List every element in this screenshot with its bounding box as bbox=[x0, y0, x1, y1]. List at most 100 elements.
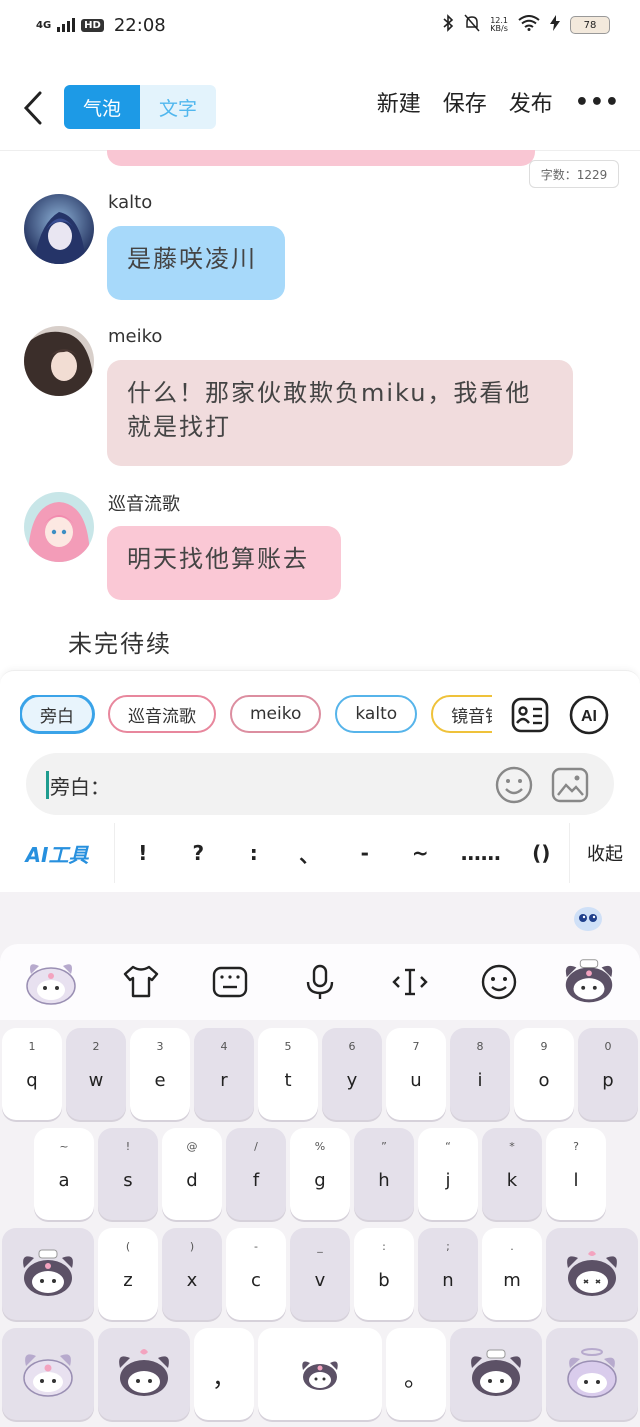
keyboard-mascot-icon[interactable] bbox=[572, 902, 604, 934]
key-t[interactable]: 5t bbox=[258, 1028, 318, 1120]
key-sub-label: @ bbox=[186, 1140, 198, 1153]
key-o[interactable]: 9o bbox=[514, 1028, 574, 1120]
key-label: r bbox=[220, 1070, 228, 1091]
key-label: k bbox=[506, 1170, 518, 1191]
wifi-icon bbox=[518, 15, 540, 35]
numbers-key[interactable] bbox=[98, 1328, 190, 1420]
punct-exclamation[interactable]: ! bbox=[128, 841, 158, 865]
collapse-button[interactable]: 收起 bbox=[570, 840, 640, 866]
emoji-button[interactable] bbox=[494, 765, 534, 805]
key-u[interactable]: 7u bbox=[386, 1028, 446, 1120]
punct-question[interactable]: ? bbox=[183, 841, 213, 865]
punct-pause-comma[interactable]: 、 bbox=[294, 839, 324, 868]
hd-icon: HD bbox=[81, 18, 104, 32]
image-button[interactable] bbox=[550, 765, 590, 805]
publish-button[interactable]: 发布 bbox=[509, 86, 553, 118]
key-sub-label: “ bbox=[445, 1140, 451, 1153]
language-key[interactable] bbox=[450, 1328, 542, 1420]
key-y[interactable]: 6y bbox=[322, 1028, 382, 1120]
key-n[interactable]: ; n bbox=[418, 1228, 478, 1320]
key-s[interactable]: ! s bbox=[98, 1128, 158, 1220]
new-button[interactable]: 新建 bbox=[377, 86, 421, 118]
key-h[interactable]: ” h bbox=[354, 1128, 414, 1220]
symbols-key[interactable] bbox=[2, 1328, 94, 1420]
mode-bubble-tab[interactable]: 气泡 bbox=[64, 85, 140, 129]
key-d[interactable]: @ d bbox=[162, 1128, 222, 1220]
skin-shirt-icon[interactable] bbox=[111, 952, 171, 1012]
key-x[interactable]: ) x bbox=[162, 1228, 222, 1320]
chat-bubble[interactable]: 什么！那家伙敢欺负miku，我看他 就是找打 bbox=[107, 360, 573, 466]
key-f[interactable]: / f bbox=[226, 1128, 286, 1220]
key-k[interactable]: * k bbox=[482, 1128, 542, 1220]
back-button[interactable] bbox=[18, 88, 48, 128]
space-key[interactable] bbox=[258, 1328, 382, 1420]
bluetooth-icon bbox=[442, 14, 454, 36]
message-input[interactable]: 旁白： bbox=[26, 753, 614, 815]
key-e[interactable]: 3e bbox=[130, 1028, 190, 1120]
punct-ellipsis[interactable]: …… bbox=[461, 841, 501, 865]
key-l[interactable]: ? l bbox=[546, 1128, 606, 1220]
status-right: 12.1 KB/s 78 bbox=[442, 14, 610, 36]
ai-button[interactable]: AI bbox=[569, 695, 609, 735]
charging-icon bbox=[550, 15, 560, 35]
kuromi-pink-sticker-icon bbox=[23, 1354, 73, 1397]
avatar[interactable] bbox=[24, 326, 94, 396]
key-z[interactable]: (z bbox=[98, 1228, 158, 1320]
punct-colon[interactable]: : bbox=[239, 841, 269, 865]
key-sub-label: 4 bbox=[220, 1040, 228, 1053]
chip-kagamine[interactable]: 镜音铃 bbox=[431, 695, 492, 733]
contact-card-button[interactable] bbox=[510, 695, 550, 735]
mode-toggle: 气泡 文字 bbox=[64, 85, 216, 129]
net-speed-unit: KB/s bbox=[490, 24, 508, 33]
key-c[interactable]: -c bbox=[226, 1228, 286, 1320]
keyboard-layout-icon[interactable] bbox=[200, 952, 260, 1012]
microphone-icon[interactable] bbox=[290, 952, 350, 1012]
period-key[interactable]: 。 bbox=[386, 1328, 446, 1420]
ai-tools-button[interactable]: AI工具 bbox=[0, 839, 114, 868]
emoji-face-icon[interactable] bbox=[469, 952, 529, 1012]
chat-bubble[interactable]: 是藤咲凌川 bbox=[107, 226, 285, 300]
chat-bubble[interactable]: 明天找他算账去 bbox=[107, 526, 341, 600]
kuromi-sticker-left-icon[interactable] bbox=[21, 952, 81, 1012]
key-b[interactable]: :b bbox=[354, 1228, 414, 1320]
avatar[interactable] bbox=[24, 492, 94, 562]
sender-name: meiko bbox=[108, 326, 163, 347]
key-sub-label: . bbox=[510, 1240, 514, 1253]
key-label: y bbox=[346, 1070, 358, 1091]
more-menu-button[interactable]: ••• bbox=[575, 90, 620, 115]
cursor-move-icon[interactable] bbox=[380, 952, 440, 1012]
save-button[interactable]: 保存 bbox=[443, 86, 487, 118]
chip-kalto[interactable]: kalto bbox=[335, 695, 418, 733]
chip-meiko[interactable]: meiko bbox=[230, 695, 322, 733]
key-j[interactable]: “j bbox=[418, 1128, 478, 1220]
backspace-key[interactable] bbox=[546, 1228, 638, 1320]
mode-text-tab[interactable]: 文字 bbox=[140, 85, 216, 129]
narration-text[interactable]: 未完待续 bbox=[68, 624, 172, 659]
kuromi-sticker-right-icon[interactable] bbox=[559, 952, 619, 1012]
enter-key[interactable] bbox=[546, 1328, 638, 1420]
previous-bubble-edge[interactable] bbox=[107, 150, 535, 166]
key-label: i bbox=[477, 1070, 483, 1091]
chip-narrator[interactable]: 旁白 bbox=[20, 695, 94, 733]
key-r[interactable]: 4r bbox=[194, 1028, 254, 1120]
key-sub-label: % bbox=[314, 1140, 326, 1153]
key-a[interactable]: ~ a bbox=[34, 1128, 94, 1220]
avatar[interactable] bbox=[24, 194, 94, 264]
key-i[interactable]: 8i bbox=[450, 1028, 510, 1120]
comma-key[interactable]: ， bbox=[194, 1328, 254, 1420]
punct-dash[interactable]: - bbox=[350, 841, 380, 865]
bubble-line: 就是找打 bbox=[127, 413, 231, 441]
punct-tilde[interactable]: ~ bbox=[405, 841, 435, 865]
key-label: w bbox=[88, 1070, 104, 1091]
punct-parentheses[interactable]: () bbox=[526, 841, 556, 865]
smiley-icon bbox=[495, 766, 533, 804]
chip-luka[interactable]: 巡音流歌 bbox=[108, 695, 216, 733]
key-g[interactable]: % g bbox=[290, 1128, 350, 1220]
key-p[interactable]: 0p bbox=[578, 1028, 638, 1120]
key-q[interactable]: 1q bbox=[2, 1028, 62, 1120]
key-label: d bbox=[186, 1170, 198, 1191]
key-m[interactable]: .m bbox=[482, 1228, 542, 1320]
key-w[interactable]: 2w bbox=[66, 1028, 126, 1120]
shift-key[interactable] bbox=[2, 1228, 94, 1320]
key-v[interactable]: _ v bbox=[290, 1228, 350, 1320]
